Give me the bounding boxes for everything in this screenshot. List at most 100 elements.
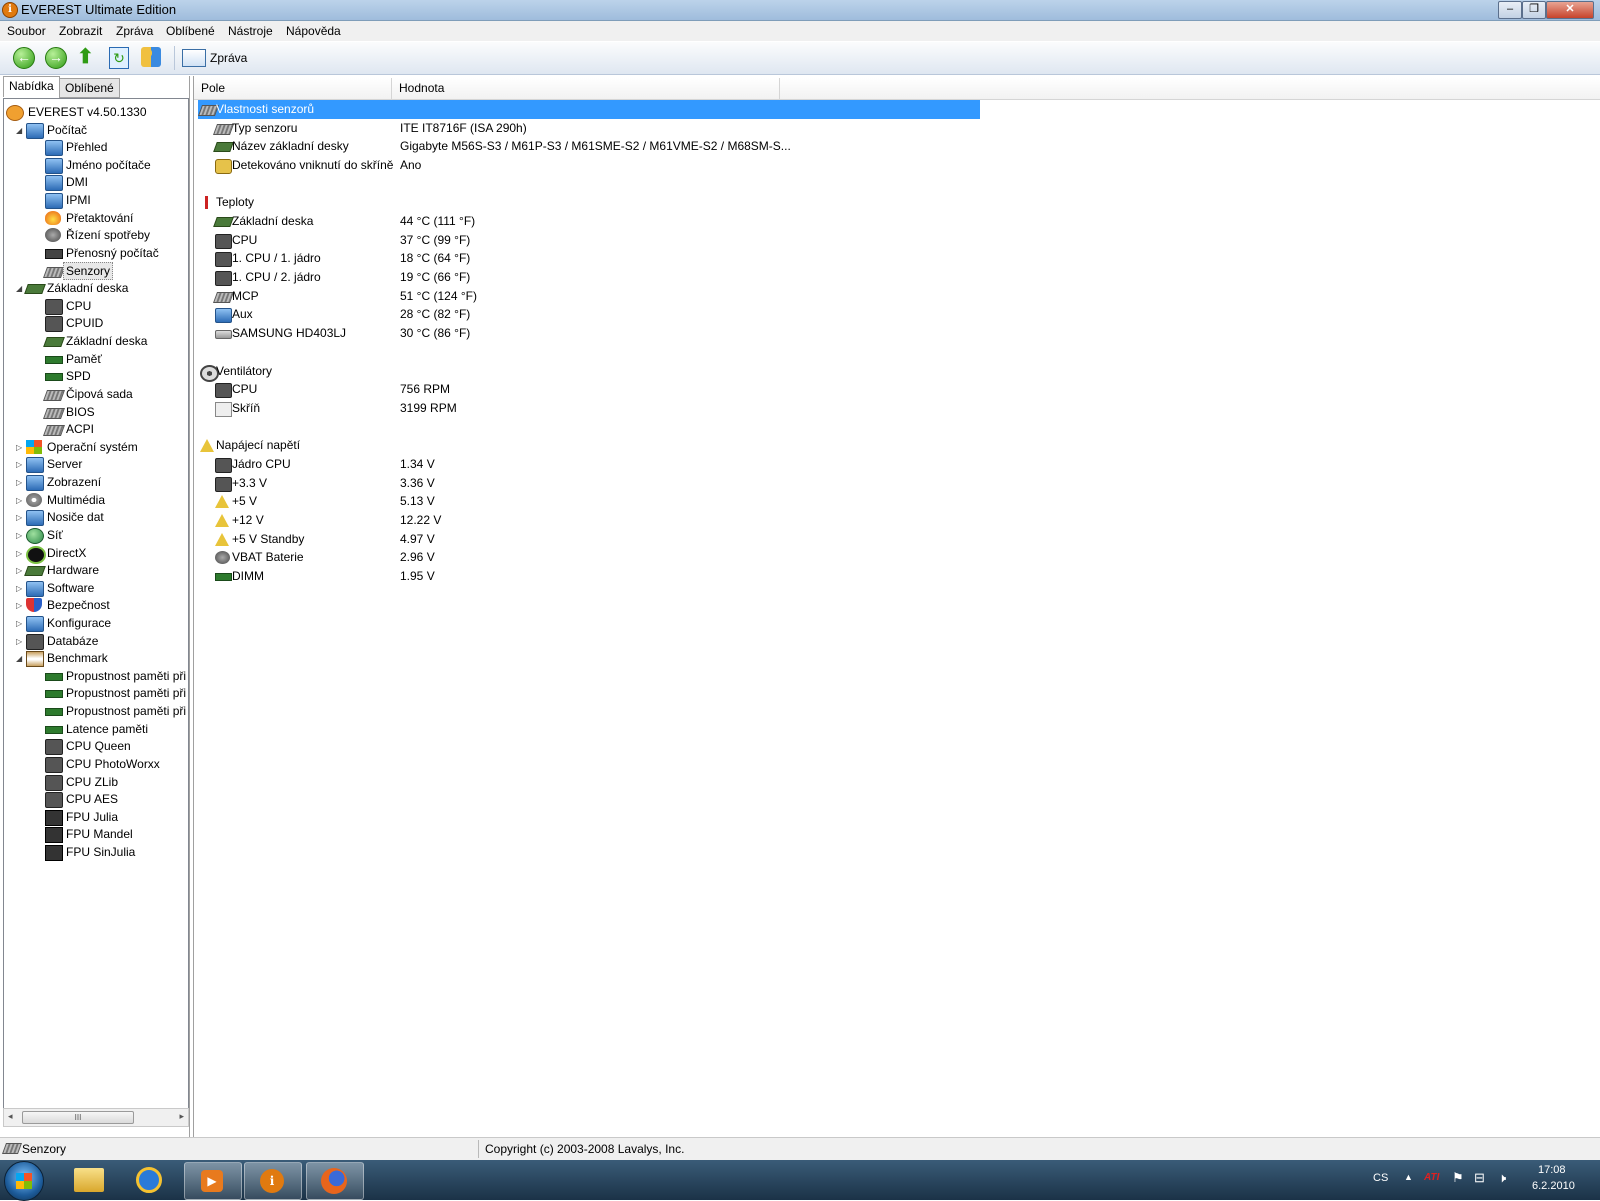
ati-icon[interactable]: ATI bbox=[1424, 1172, 1439, 1183]
tree-item-hardware[interactable]: ▷ Hardware bbox=[4, 561, 188, 579]
expand-arrow-icon[interactable]: ▷ bbox=[16, 479, 23, 487]
refresh-button[interactable]: ↻ bbox=[109, 47, 133, 69]
tree-item-cipova-sada[interactable]: Čipová sada bbox=[4, 385, 188, 403]
tree-item-bezpecnost[interactable]: ▷ Bezpečnost bbox=[4, 596, 188, 614]
tree-item-propustnost-pameti-pri[interactable]: Propustnost paměti při bbox=[4, 684, 188, 702]
column-pole[interactable]: Pole bbox=[194, 78, 392, 99]
language-indicator[interactable]: CS bbox=[1373, 1172, 1388, 1184]
tree-item-operacni-system[interactable]: ▷ Operační systém bbox=[4, 438, 188, 456]
scroll-right-arrow[interactable]: ▸ bbox=[179, 1111, 184, 1122]
maximize-button[interactable]: ❐ bbox=[1522, 1, 1546, 19]
tree-item-zakladni-deska[interactable]: ◢ Základní deska bbox=[4, 279, 188, 297]
tree-item-acpi[interactable]: ACPI bbox=[4, 420, 188, 438]
start-button[interactable] bbox=[4, 1161, 44, 1201]
collapse-arrow-icon[interactable]: ◢ bbox=[16, 285, 23, 293]
expand-arrow-icon[interactable]: ▷ bbox=[16, 443, 23, 451]
sensor-row[interactable]: +3.3 V 3.36 V bbox=[198, 474, 998, 493]
menu-zprava[interactable]: Zpráva bbox=[116, 24, 153, 38]
back-button[interactable]: ← bbox=[13, 47, 37, 69]
tree-item-pocitac[interactable]: ◢ Počítač bbox=[4, 121, 188, 139]
sensor-row[interactable]: CPU 37 °C (99 °F) bbox=[198, 231, 998, 250]
sensor-row[interactable]: +5 V Standby 4.97 V bbox=[198, 530, 998, 549]
sensor-row[interactable]: 1. CPU / 2. jádro 19 °C (66 °F) bbox=[198, 268, 998, 287]
column-hodnota[interactable]: Hodnota bbox=[392, 78, 780, 99]
expand-arrow-icon[interactable]: ▷ bbox=[16, 584, 23, 592]
up-button[interactable]: ⬆ bbox=[77, 47, 101, 69]
expand-arrow-icon[interactable]: ▷ bbox=[16, 531, 23, 539]
sensor-row[interactable]: MCP 51 °C (124 °F) bbox=[198, 287, 998, 306]
tree-item-propustnost-pameti-pri[interactable]: Propustnost paměti při bbox=[4, 667, 188, 685]
tree-item-fpu-mandel[interactable]: FPU Mandel bbox=[4, 825, 188, 844]
forward-button[interactable]: → bbox=[45, 47, 69, 69]
tree-item-bios[interactable]: BIOS bbox=[4, 403, 188, 421]
flag-icon[interactable]: ⚑ bbox=[1452, 1170, 1464, 1186]
expand-arrow-icon[interactable]: ▷ bbox=[16, 549, 23, 557]
tree-item-konfigurace[interactable]: ▷ Konfigurace bbox=[4, 614, 188, 632]
tab-oblibene[interactable]: Oblíbené bbox=[59, 78, 120, 98]
section-header[interactable]: Napájecí napětí bbox=[198, 436, 998, 455]
menu-oblibene[interactable]: Oblíbené bbox=[166, 24, 215, 38]
network-tray-icon[interactable]: ⊟ bbox=[1474, 1170, 1485, 1186]
sensor-row[interactable]: DIMM 1.95 V bbox=[198, 567, 998, 586]
tree-item-everest-v4-50-1330[interactable]: EVEREST v4.50.1330 bbox=[4, 103, 188, 121]
tree-item-jmeno-pocitace[interactable]: Jméno počítače bbox=[4, 156, 188, 174]
sensor-row[interactable]: Název základní desky Gigabyte M56S-S3 / M… bbox=[198, 137, 998, 156]
sensor-row[interactable]: VBAT Baterie 2.96 V bbox=[198, 548, 998, 567]
taskbar-firefox[interactable] bbox=[306, 1162, 364, 1200]
section-header[interactable]: Ventilátory bbox=[198, 362, 998, 382]
tree-item-zobrazeni[interactable]: ▷ Zobrazení bbox=[4, 473, 188, 492]
clock-time[interactable]: 17:08 bbox=[1538, 1164, 1566, 1176]
sensor-row[interactable]: Jádro CPU 1.34 V bbox=[198, 455, 998, 474]
sensor-row[interactable]: SAMSUNG HD403LJ 30 °C (86 °F) bbox=[198, 324, 998, 343]
tree-item-cpu-zlib[interactable]: CPU ZLib bbox=[4, 773, 188, 791]
taskbar-media-player[interactable]: ▶ bbox=[184, 1162, 242, 1200]
menu-napoveda[interactable]: Nápověda bbox=[286, 24, 341, 38]
tree-item-pretaktovani[interactable]: Přetaktování bbox=[4, 209, 188, 227]
menu-nastroje[interactable]: Nástroje bbox=[228, 24, 273, 38]
tree-item-senzory[interactable]: Senzory bbox=[4, 261, 188, 280]
clock-date[interactable]: 6.2.2010 bbox=[1532, 1180, 1575, 1192]
scroll-thumb[interactable]: III bbox=[22, 1111, 134, 1124]
sensor-row[interactable]: Aux 28 °C (82 °F) bbox=[198, 305, 998, 324]
section-header[interactable]: Vlastnosti senzorů bbox=[197, 100, 998, 119]
expand-arrow-icon[interactable]: ▷ bbox=[16, 567, 23, 575]
tree-item-cpu-photoworxx[interactable]: CPU PhotoWorxx bbox=[4, 755, 188, 773]
tree-item-cpu-queen[interactable]: CPU Queen bbox=[4, 737, 188, 756]
expand-arrow-icon[interactable]: ▷ bbox=[16, 637, 23, 645]
tree-item-prehled[interactable]: Přehled bbox=[4, 138, 188, 157]
tree-item-zakladni-deska[interactable]: Základní deska bbox=[4, 332, 188, 350]
expand-arrow-icon[interactable]: ▷ bbox=[16, 619, 23, 627]
users-button[interactable] bbox=[141, 47, 165, 69]
tree-item-pamet[interactable]: Paměť bbox=[4, 350, 188, 368]
report-button[interactable]: Zpráva bbox=[182, 47, 247, 69]
tree-item-server[interactable]: ▷ Server bbox=[4, 455, 188, 474]
expand-arrow-icon[interactable]: ▷ bbox=[16, 461, 23, 469]
expand-arrow-icon[interactable]: ▷ bbox=[16, 602, 23, 610]
expand-arrow-icon[interactable]: ▷ bbox=[16, 496, 23, 504]
sensor-row[interactable]: Základní deska 44 °C (111 °F) bbox=[198, 212, 998, 231]
tree-horizontal-scrollbar[interactable]: ◂ III ▸ bbox=[3, 1108, 189, 1127]
sensor-row[interactable]: Typ senzoru ITE IT8716F (ISA 290h) bbox=[198, 119, 998, 138]
sensor-row[interactable]: 1. CPU / 1. jádro 18 °C (64 °F) bbox=[198, 249, 998, 268]
section-header[interactable]: Teploty bbox=[198, 193, 998, 212]
tree-item-propustnost-pameti-pri[interactable]: Propustnost paměti při bbox=[4, 702, 188, 720]
volume-icon[interactable]: 🕨 bbox=[1498, 1170, 1506, 1186]
tree-item-latence-pameti[interactable]: Latence paměti bbox=[4, 720, 188, 738]
tree-item-ipmi[interactable]: IPMI bbox=[4, 191, 188, 210]
tree-item-cpu-aes[interactable]: CPU AES bbox=[4, 790, 188, 809]
tree-item-fpu-sinjulia[interactable]: FPU SinJulia bbox=[4, 843, 188, 862]
scroll-left-arrow[interactable]: ◂ bbox=[8, 1111, 13, 1122]
sensor-row[interactable]: +5 V 5.13 V bbox=[198, 492, 998, 511]
collapse-arrow-icon[interactable]: ◢ bbox=[16, 655, 23, 663]
expand-arrow-icon[interactable]: ▷ bbox=[16, 514, 23, 522]
tab-nabidka[interactable]: Nabídka bbox=[3, 76, 60, 97]
tree-item-sit[interactable]: ▷ Síť bbox=[4, 526, 188, 544]
tree-item-cpuid[interactable]: CPUID bbox=[4, 314, 188, 333]
tree-item-fpu-julia[interactable]: FPU Julia bbox=[4, 808, 188, 826]
minimize-button[interactable]: – bbox=[1498, 1, 1522, 19]
tree-item-directx[interactable]: ▷ DirectX bbox=[4, 544, 188, 564]
tree-item-prenosny-pocitac[interactable]: Přenosný počítač bbox=[4, 244, 188, 262]
taskbar-internet-explorer[interactable] bbox=[122, 1162, 178, 1198]
sensor-row[interactable]: Skříň 3199 RPM bbox=[198, 399, 998, 418]
taskbar-explorer[interactable] bbox=[62, 1162, 118, 1198]
